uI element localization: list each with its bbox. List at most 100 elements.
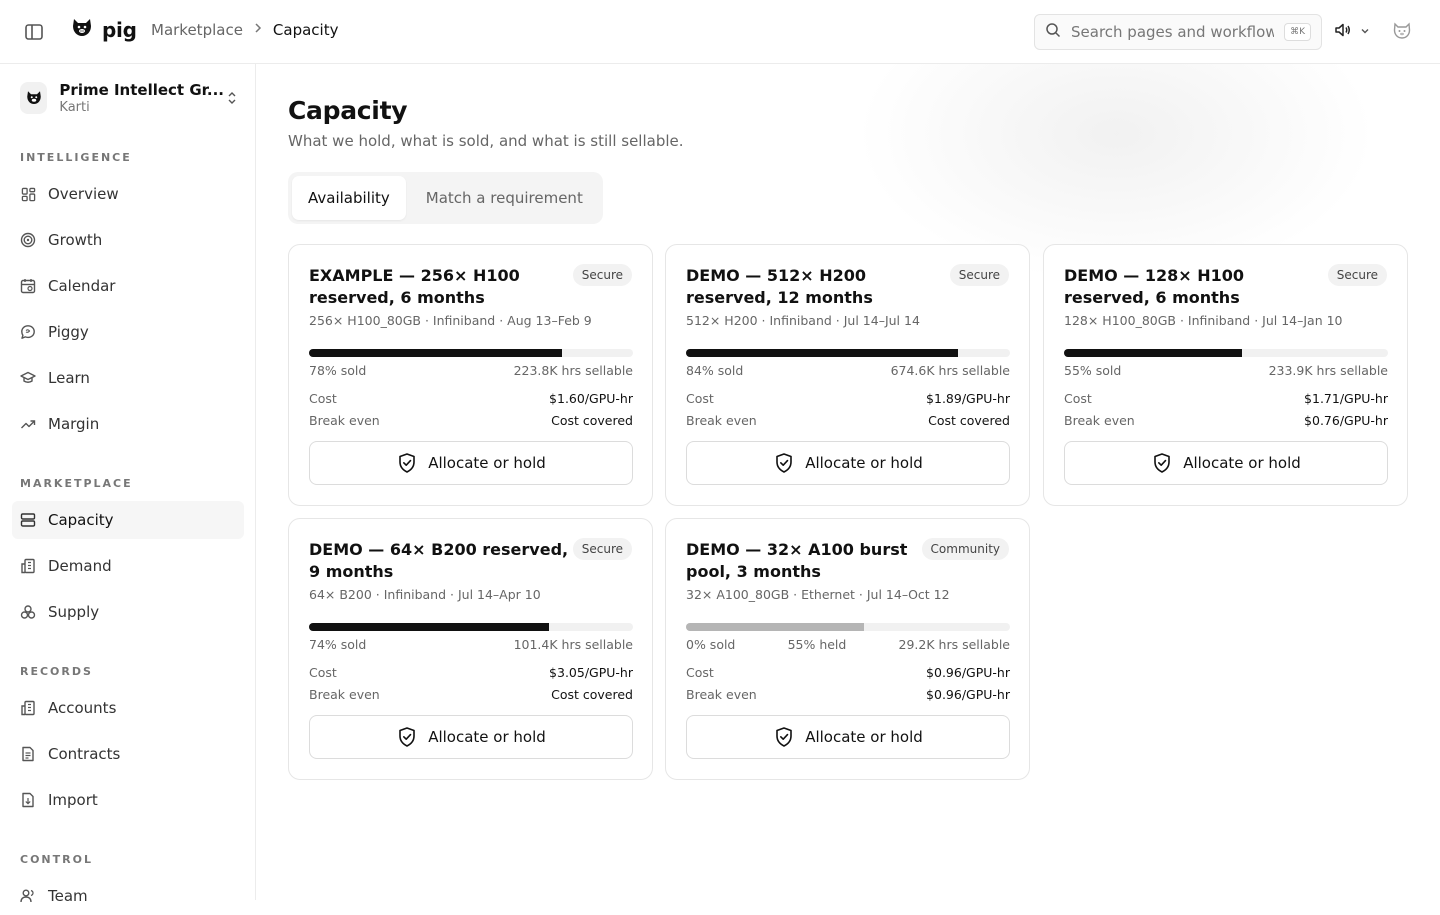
allocate-or-hold-button[interactable]: Allocate or hold	[686, 715, 1010, 759]
sidebar-item-growth[interactable]: Growth	[12, 221, 244, 259]
org-avatar	[20, 82, 48, 114]
sidebar-item-label: Piggy	[48, 323, 89, 341]
sold-label: 78% sold	[309, 363, 367, 378]
document-icon	[20, 746, 36, 762]
tab-match-a-requirement[interactable]: Match a requirement	[410, 176, 599, 220]
held-progress-fill	[686, 623, 865, 631]
brand-name: pig	[102, 18, 137, 42]
building-icon	[20, 700, 36, 716]
cost-value: $3.05/GPU-hr	[549, 665, 633, 680]
card-meta: 64× B200 · Infiniband · Jul 14–Apr 10	[309, 587, 541, 602]
sidebar-item-label: Learn	[48, 369, 90, 387]
breadcrumb: Marketplace Capacity	[151, 21, 338, 39]
capacity-card: DEMO — 32× A100 burst pool, 3 months Comm…	[665, 518, 1030, 780]
boxes-icon	[20, 604, 36, 620]
card-meta: 32× A100_80GB · Ethernet · Jul 14–Oct 12	[686, 587, 950, 602]
break-even-value: $0.96/GPU-hr	[926, 687, 1010, 702]
break-even-label: Break even	[686, 413, 757, 428]
shield-check-icon	[773, 452, 795, 474]
cost-label: Cost	[1064, 391, 1092, 406]
card-meta: 512× H200 · Infiniband · Jul 14–Jul 14	[686, 313, 920, 328]
sold-progress-bar	[686, 349, 1010, 357]
sidebar-item-label: Margin	[48, 415, 100, 433]
sellable-label: 674.6K hrs sellable	[890, 363, 1010, 378]
shield-check-icon	[773, 726, 795, 748]
sidebar-item-contracts[interactable]: Contracts	[12, 735, 244, 773]
tab-availability[interactable]: Availability	[292, 176, 406, 220]
cost-label: Cost	[686, 665, 714, 680]
section-label-marketplace: MARKETPLACE	[20, 477, 133, 490]
top-bar: pig Marketplace Capacity Search pages an…	[0, 0, 1440, 64]
sidebar-item-import[interactable]: Import	[12, 781, 244, 819]
held-label: 55% held	[787, 637, 847, 652]
card-meta: 128× H100_80GB · Infiniband · Jul 14–Jan…	[1064, 313, 1343, 328]
sold-progress-fill	[309, 623, 549, 631]
sold-label: 74% sold	[309, 637, 367, 652]
sidebar-item-label: Growth	[48, 231, 103, 249]
sidebar: Prime Intellect Gr... Karti INTELLIGENCE…	[0, 64, 256, 905]
sellable-label: 29.2K hrs sellable	[898, 637, 1010, 652]
capacity-card: DEMO — 512× H200 reserved, 12 months Secu…	[665, 244, 1030, 506]
card-title: DEMO — 64× B200 reserved, 9 months	[309, 540, 569, 581]
org-switcher[interactable]: Prime Intellect Gr... Karti	[20, 81, 240, 115]
cost-label: Cost	[309, 391, 337, 406]
card-meta: 256× H100_80GB · Infiniband · Aug 13–Feb…	[309, 313, 592, 328]
break-even-value: $0.76/GPU-hr	[1304, 413, 1388, 428]
trending-up-icon	[20, 416, 36, 432]
tier-badge: Secure	[572, 538, 632, 560]
sidebar-item-label: Contracts	[48, 745, 121, 763]
breadcrumb-marketplace[interactable]: Marketplace	[151, 21, 243, 39]
breadcrumb-capacity: Capacity	[272, 21, 339, 39]
sound-button[interactable]	[1334, 21, 1370, 43]
break-even-label: Break even	[309, 413, 380, 428]
sidebar-item-team[interactable]: Team	[12, 877, 244, 915]
cost-value: $0.96/GPU-hr	[926, 665, 1010, 680]
file-import-icon	[20, 792, 36, 808]
sidebar-item-margin[interactable]: Margin	[12, 405, 244, 443]
search-placeholder: Search pages and workflows...	[1071, 23, 1275, 41]
sidebar-item-calendar[interactable]: Calendar	[12, 267, 244, 305]
tier-badge: Secure	[949, 264, 1009, 286]
sellable-label: 101.4K hrs sellable	[513, 637, 633, 652]
building-icon	[20, 558, 36, 574]
capacity-card: DEMO — 128× H100 reserved, 6 months Secur…	[1043, 244, 1408, 506]
sidebar-item-demand[interactable]: Demand	[12, 547, 244, 585]
allocate-or-hold-button[interactable]: Allocate or hold	[309, 715, 633, 759]
sidebar-item-piggy[interactable]: Piggy	[12, 313, 244, 351]
calendar-icon	[20, 278, 36, 294]
chevron-down-icon	[1360, 24, 1370, 40]
brand[interactable]: pig	[70, 16, 137, 44]
sold-label: 55% sold	[1064, 363, 1122, 378]
break-even-label: Break even	[309, 687, 380, 702]
allocate-or-hold-button[interactable]: Allocate or hold	[686, 441, 1010, 485]
allocate-or-hold-button[interactable]: Allocate or hold	[1064, 441, 1388, 485]
allocate-or-hold-button[interactable]: Allocate or hold	[309, 441, 633, 485]
section-label-control: CONTROL	[20, 853, 93, 866]
sidebar-item-overview[interactable]: Overview	[12, 175, 244, 213]
search-input[interactable]: Search pages and workflows... ⌘K	[1034, 14, 1322, 50]
sidebar-item-capacity[interactable]: Capacity	[12, 501, 244, 539]
chevron-up-down-icon	[224, 90, 240, 106]
page-title: Capacity	[288, 96, 408, 125]
sidebar-item-supply[interactable]: Supply	[12, 593, 244, 631]
sidebar-item-label: Supply	[48, 603, 100, 621]
org-name: Prime Intellect Gr...	[59, 81, 224, 99]
sidebar-item-accounts[interactable]: Accounts	[12, 689, 244, 727]
search-icon	[1045, 22, 1061, 42]
cost-label: Cost	[686, 391, 714, 406]
sidebar-item-label: Team	[48, 887, 88, 905]
section-label-records: RECORDS	[20, 665, 93, 678]
tier-badge: Community	[921, 538, 1009, 560]
sellable-label: 223.8K hrs sellable	[513, 363, 633, 378]
sidebar-toggle-icon[interactable]	[22, 20, 46, 44]
sidebar-item-learn[interactable]: Learn	[12, 359, 244, 397]
button-label: Allocate or hold	[805, 728, 923, 746]
break-even-label: Break even	[686, 687, 757, 702]
sidebar-item-label: Overview	[48, 185, 119, 203]
sold-progress-fill	[309, 349, 562, 357]
user-avatar[interactable]	[1392, 21, 1414, 43]
page-subtitle: What we hold, what is sold, and what is …	[288, 132, 684, 150]
graduation-cap-icon	[20, 370, 36, 386]
sold-label: 84% sold	[686, 363, 744, 378]
sold-progress-fill	[686, 349, 959, 357]
